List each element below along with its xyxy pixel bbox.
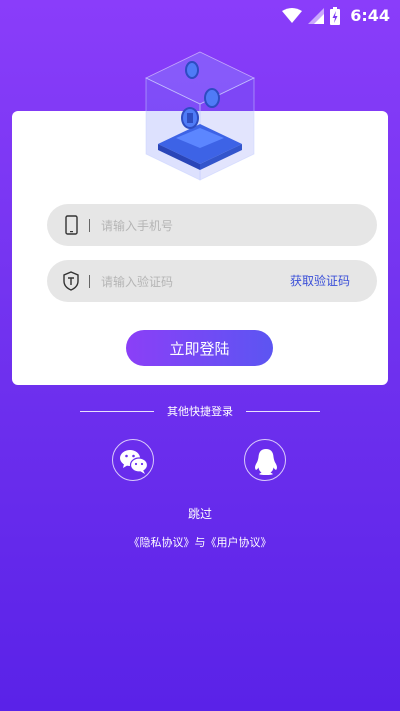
phone-input[interactable]	[99, 204, 303, 248]
phone-separator	[89, 219, 90, 232]
code-separator	[89, 275, 90, 288]
divider-line-right	[246, 411, 320, 412]
status-time: 6:44	[350, 6, 390, 25]
wechat-icon	[120, 450, 149, 474]
phone-icon	[65, 215, 78, 235]
user-agreement-link[interactable]: 《用户协议》	[206, 536, 272, 549]
signal-icon	[308, 7, 325, 24]
status-bar: 6:44	[0, 0, 400, 32]
qq-icon	[255, 449, 277, 475]
agreements-joiner: 与	[194, 536, 206, 549]
code-input[interactable]	[99, 260, 303, 304]
privacy-agreement-link[interactable]: 《隐私协议》	[129, 536, 195, 549]
code-field[interactable]: 获取验证码	[47, 260, 377, 304]
wifi-icon	[282, 7, 303, 23]
shield-icon	[63, 271, 79, 291]
status-icons: 6:44	[282, 6, 390, 25]
agreements: 《隐私协议》与《用户协议》	[0, 534, 400, 550]
login-button[interactable]: 立即登陆	[126, 330, 273, 366]
quick-login-title: 其他快捷登录	[167, 405, 233, 418]
battery-icon	[330, 6, 341, 25]
get-code-button[interactable]: 获取验证码	[290, 260, 350, 302]
qq-login-button[interactable]	[244, 439, 286, 481]
secure-box-illustration	[145, 51, 255, 181]
skip-button[interactable]: 跳过	[0, 505, 400, 522]
wechat-login-button[interactable]	[112, 439, 154, 481]
quick-login-divider: 其他快捷登录	[0, 402, 400, 420]
phone-field[interactable]	[47, 204, 377, 248]
